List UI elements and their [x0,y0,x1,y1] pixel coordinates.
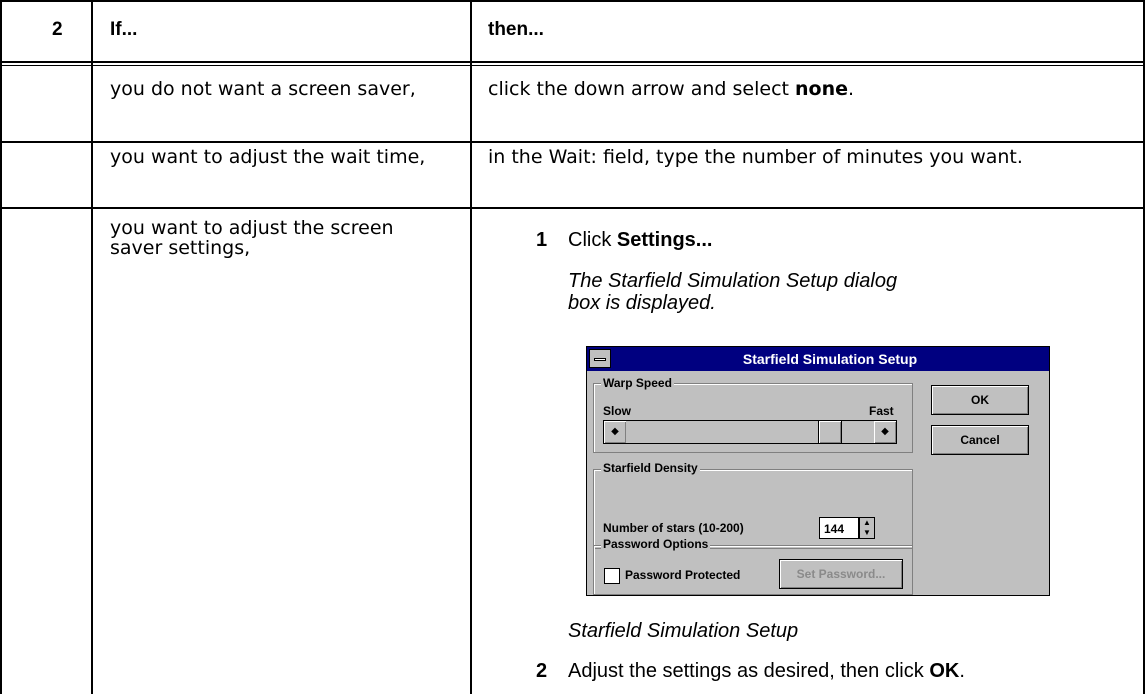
starfield-dialog: Starfield Simulation Setup Warp Speed Sl… [586,346,1050,596]
dialog-titlebar: Starfield Simulation Setup [587,347,1049,371]
warp-speed-slider[interactable]: ◆ ◆ [603,420,897,444]
table-left-border [0,0,2,694]
header-rule-2 [0,65,1145,66]
slider-thumb[interactable] [818,421,842,443]
slider-left-arrow-icon[interactable]: ◆ [604,421,626,443]
set-password-button[interactable]: Set Password... [779,559,903,589]
row2-if: you want to adjust the wait time, [110,146,426,168]
row1-then: click the down arrow and select none. [488,78,855,100]
substep-1-text: Click Settings... [568,229,713,251]
password-options-label: Password Options [601,537,711,551]
column-divider-2 [470,0,472,694]
table-top-border [0,0,1145,2]
row-divider-2 [0,207,1145,209]
column-divider-1 [91,0,93,694]
dialog-caption: Starfield Simulation Setup [568,620,799,642]
dialog-note: The Starfield Simulation Setup dialog bo… [568,270,898,314]
system-menu-icon[interactable] [589,349,611,368]
density-label: Starfield Density [601,461,700,475]
slow-label: Slow [603,404,632,418]
num-stars-label: Number of stars (10-200) [603,521,744,535]
row3-if: you want to adjust the screen saver sett… [110,217,394,259]
slider-right-arrow-icon[interactable]: ◆ [874,421,896,443]
num-stars-input[interactable]: 144 [819,517,859,539]
row2-then: in the Wait: field, type the number of m… [488,146,1023,168]
substep-2-number: 2 [536,660,548,682]
ok-button[interactable]: OK [931,385,1029,415]
header-rule-1 [0,61,1145,63]
num-stars-spinner-icon[interactable]: ▲ ▼ [859,517,875,539]
substep-2-text: Adjust the settings as desired, then cli… [568,660,965,682]
step-number: 2 [52,19,63,40]
column-header-then: then... [488,19,544,40]
cancel-button[interactable]: Cancel [931,425,1029,455]
column-header-if: If... [110,19,138,40]
fast-label: Fast [869,404,894,418]
substep-1-number: 1 [536,229,548,251]
warp-speed-label: Warp Speed [601,376,674,390]
row-divider-1 [0,141,1145,143]
password-protected-label: Password Protected [625,568,741,582]
password-protected-checkbox[interactable] [604,568,620,584]
dialog-title: Starfield Simulation Setup [742,351,918,367]
row1-if: you do not want a screen saver, [110,78,416,100]
